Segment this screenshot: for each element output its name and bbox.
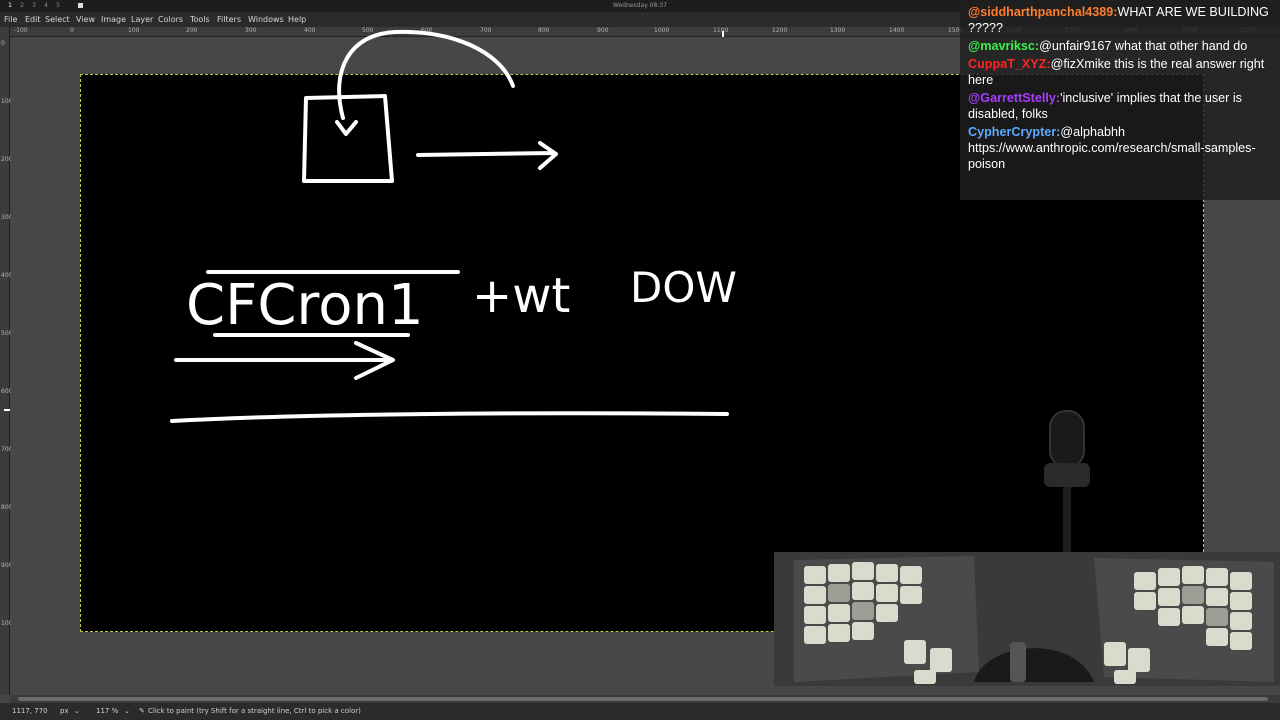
ruler-label: 300 <box>245 27 257 34</box>
ruler-label: 300 <box>1 214 13 221</box>
ruler-label: 1000 <box>1 620 17 627</box>
menu-file[interactable]: File <box>4 12 17 27</box>
ruler-label: 100 <box>128 27 140 34</box>
chat-message: @GarrettStelly:'inclusive' implies that … <box>968 90 1274 122</box>
ruler-label: 400 <box>1 272 13 279</box>
ruler-label: 1400 <box>889 27 905 34</box>
ruler-label: 800 <box>1 504 13 511</box>
menu-view[interactable]: View <box>76 12 95 27</box>
chat-overlay: @siddharthpanchal4389:WHAT ARE WE BUILDI… <box>960 0 1280 200</box>
ruler-label: 500 <box>1 330 13 337</box>
unit-selector[interactable]: px <box>60 703 69 720</box>
microphone-image <box>1044 410 1090 553</box>
webcam-overlay <box>774 552 1280 686</box>
chat-username: CuppaT_XYZ: <box>968 57 1051 71</box>
chat-username: @mavriksc: <box>968 39 1040 53</box>
paintbrush-icon: ✎ <box>139 707 145 715</box>
ruler-label: 1100 <box>713 27 729 34</box>
menu-image[interactable]: Image <box>101 12 126 27</box>
pointer-coordinates: 1117, 770 <box>12 707 48 715</box>
menu-tools[interactable]: Tools <box>190 12 210 27</box>
menu-filters[interactable]: Filters <box>217 12 241 27</box>
chat-message: CypherCrypter:@alphabhh https://www.anth… <box>968 124 1274 172</box>
vertical-ruler[interactable]: 0 100 200 300 400 500 600 700 800 900 10… <box>0 27 17 695</box>
chat-message: @siddharthpanchal4389:WHAT ARE WE BUILDI… <box>968 4 1274 36</box>
ruler-label: 800 <box>538 27 550 34</box>
zoom-selector[interactable]: 117 % <box>96 703 118 720</box>
menu-colors[interactable]: Colors <box>158 12 183 27</box>
ruler-pointer-marker <box>4 409 10 411</box>
ruler-label: 600 <box>1 388 13 395</box>
menu-edit[interactable]: Edit <box>25 12 41 27</box>
scrollbar-thumb[interactable] <box>18 697 1268 701</box>
chat-message: @mavriksc:@unfair9167 what that other ha… <box>968 38 1274 54</box>
chat-text: @unfair9167 what that other hand do <box>1039 39 1248 53</box>
ruler-label: 0 <box>1 40 5 47</box>
ruler-label: 900 <box>1 562 13 569</box>
chat-message: CuppaT_XYZ:@fizXmike this is the real an… <box>968 56 1274 88</box>
ruler-label: 200 <box>1 156 13 163</box>
menu-help[interactable]: Help <box>288 12 306 27</box>
chat-username: CypherCrypter: <box>968 125 1061 139</box>
ruler-label: 500 <box>362 27 374 34</box>
chevron-down-icon[interactable]: ⌄ <box>74 703 80 720</box>
menu-select[interactable]: Select <box>45 12 70 27</box>
ruler-label: 1200 <box>772 27 788 34</box>
status-bar: 1117, 770 px ⌄ 117 % ⌄ ✎ Click to paint … <box>0 703 1280 720</box>
chevron-down-icon[interactable]: ⌄ <box>124 703 130 720</box>
ruler-label: 700 <box>480 27 492 34</box>
ruler-label: 100 <box>1 98 13 105</box>
ruler-label: -100 <box>14 27 28 34</box>
ruler-label: 700 <box>1 446 13 453</box>
menu-windows[interactable]: Windows <box>248 12 284 27</box>
ruler-label: 400 <box>304 27 316 34</box>
ruler-label: 1300 <box>830 27 846 34</box>
ruler-label: 1000 <box>654 27 670 34</box>
menu-layer[interactable]: Layer <box>131 12 153 27</box>
ruler-label: 600 <box>421 27 433 34</box>
ruler-label: 900 <box>597 27 609 34</box>
ruler-label: 0 <box>70 27 74 34</box>
split-keyboard-image <box>774 552 1280 686</box>
chat-username: @siddharthpanchal4389: <box>968 5 1118 19</box>
ruler-pointer-marker <box>722 31 724 37</box>
horizontal-scrollbar[interactable] <box>10 695 1280 703</box>
ruler-label: 200 <box>186 27 198 34</box>
status-hint: Click to paint (try Shift for a straight… <box>148 707 361 715</box>
chat-username: @GarrettStelly: <box>968 91 1061 105</box>
